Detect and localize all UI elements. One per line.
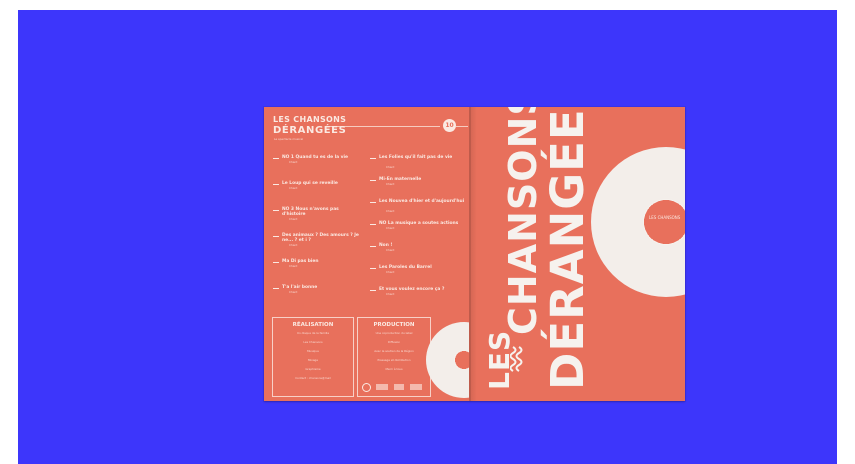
logo-mark (410, 384, 422, 390)
squiggle-icon (509, 346, 523, 372)
credit-line: Contact : chansons@mail (295, 376, 331, 380)
track-credit: Chant (386, 270, 395, 274)
logo-mark (394, 384, 404, 390)
track-title: Les Nouvea d'hier et d'aujourd'hui (379, 199, 465, 204)
credit-line: Merci à tous (385, 367, 403, 371)
title-word-derangees: DÉRANGÉES (541, 107, 594, 390)
title-word-chansons: CHANSONS (501, 107, 545, 335)
credit-line: Une coproduction du label (375, 331, 413, 335)
record-label-text: LES CHANSONS (649, 215, 681, 220)
back-logo-line1: LES CHANSONS (273, 115, 347, 124)
credit-line: Mixage (307, 358, 319, 362)
credit-line: Diffusion (387, 340, 401, 344)
logo-mark (376, 384, 388, 390)
track-credit: Chant (289, 290, 298, 294)
credit-line: Graphisme (305, 367, 321, 371)
track-credit: Chant (386, 209, 395, 213)
album-sleeve: LES CHANSONS DÉRANGÉES Le spectacle musi… (264, 107, 685, 401)
credit-line: Avec le soutien de la Région (374, 349, 414, 353)
track-title: NO 3 Nous n'avons pas d'histoire (282, 207, 339, 217)
track-dash (273, 158, 279, 159)
track-count-badge: 10 (443, 119, 456, 132)
track-credit: Chant (289, 160, 298, 164)
track-dash (273, 210, 279, 211)
production-title: PRODUCTION (373, 322, 415, 328)
track-dash (273, 236, 279, 237)
track-title: Les Folies qu'il fait pas de vie (379, 155, 453, 160)
track-credit: Chant (386, 226, 395, 230)
track-credit: Chant (386, 165, 395, 169)
realisation-lines: Un disque de la famille Les Chansons Musiq… (277, 332, 349, 386)
track-dash (370, 180, 376, 181)
realisation-title: RÉALISATION (292, 322, 334, 328)
track-credit: Chant (386, 248, 395, 252)
track-dash (370, 268, 376, 269)
track-dash (273, 262, 279, 263)
track-credit: Chant (289, 217, 298, 221)
track-credit: Chant (386, 182, 395, 186)
track-credit: Chant (289, 264, 298, 268)
credit-line: Pressage et distribution (377, 358, 411, 362)
front-cover: LES CHANSONS LES CHANSONS DÉRANGÉES (471, 107, 685, 401)
header-rule-right (456, 126, 468, 127)
credit-line: Musique (307, 349, 319, 353)
back-cover: LES CHANSONS DÉRANGÉES Le spectacle musi… (264, 107, 469, 401)
front-vinyl-record: LES CHANSONS (591, 147, 685, 297)
production-box: PRODUCTION Une coproduction du label Diff… (357, 317, 431, 397)
blue-backdrop: LES CHANSONS DÉRANGÉES Le spectacle musi… (18, 10, 837, 464)
squiggle-mark (509, 345, 526, 385)
production-lines: Une coproduction du label Diffusion Avec l… (362, 332, 426, 377)
track-credit: Chant (289, 243, 298, 247)
track-dash (273, 288, 279, 289)
track-dash (370, 246, 376, 247)
back-vinyl-record (426, 322, 469, 398)
track-dash (370, 224, 376, 225)
back-logo-tagline: Le spectacle musical (274, 137, 304, 141)
track-dash (370, 290, 376, 291)
realisation-box: RÉALISATION Un disque de la famille Les C… (272, 317, 354, 397)
header-rule (328, 126, 440, 127)
track-dash (370, 158, 376, 159)
track-credit: Chant (386, 292, 395, 296)
logo-mark (362, 383, 371, 392)
badge-label: 10 (445, 122, 454, 129)
track-credit: Chant (289, 186, 298, 190)
credit-line: Les Chansons (303, 340, 323, 344)
track-dash (273, 184, 279, 185)
credit-line: Un disque de la famille (296, 331, 330, 335)
partner-logos (362, 383, 426, 392)
track-dash (370, 202, 376, 203)
track-title: Des animaux ? Des amours ? Je ne... ? et… (282, 233, 359, 243)
